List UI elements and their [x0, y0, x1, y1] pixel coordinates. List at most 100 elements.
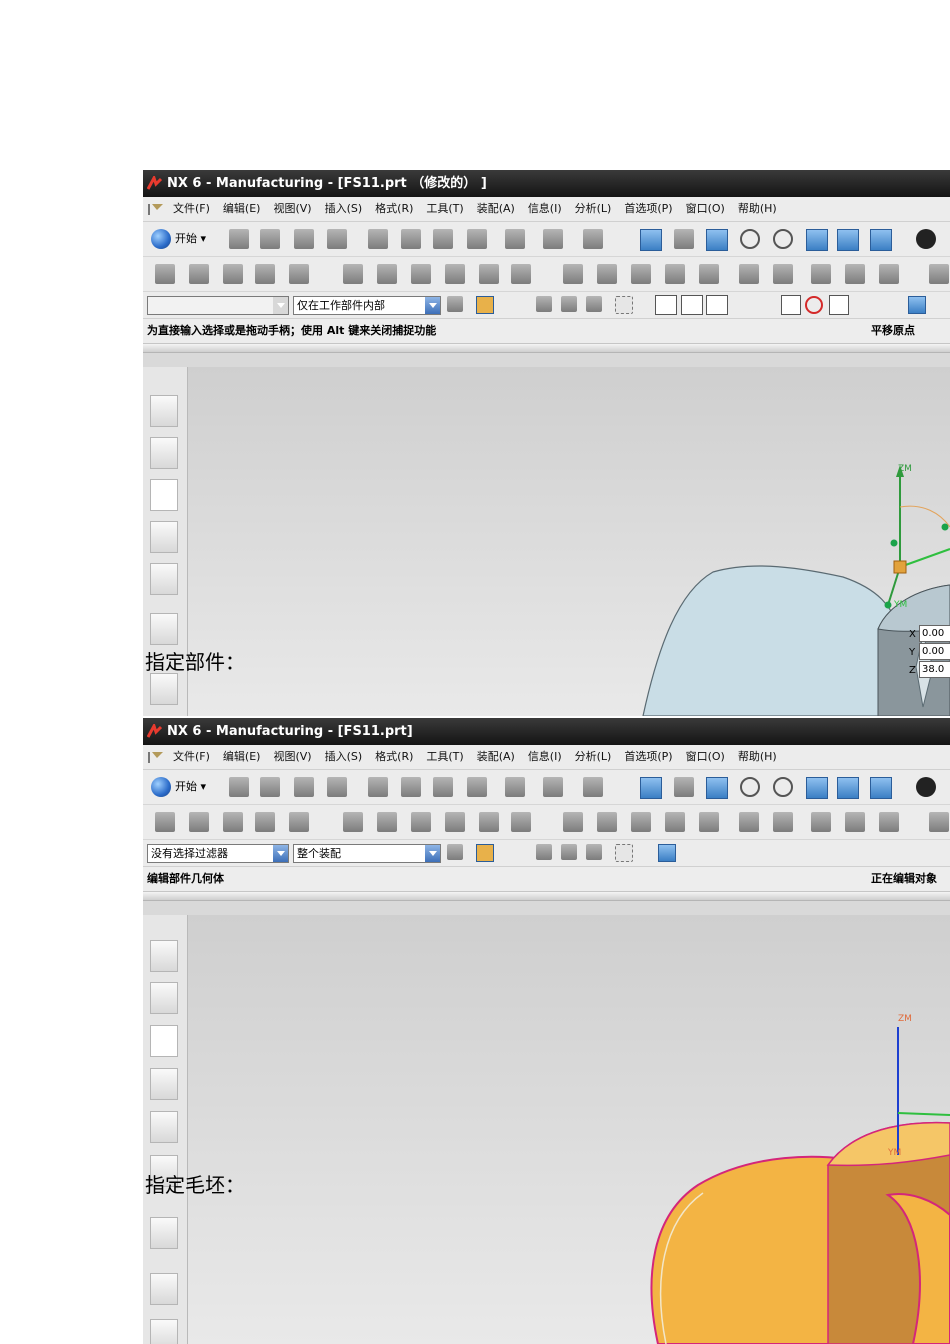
menu-analysis[interactable]: 分析(L)	[575, 750, 612, 763]
transform-icon[interactable]	[631, 264, 651, 284]
snap-control-icon[interactable]	[732, 295, 750, 313]
menu-tools[interactable]: 工具(T)	[426, 750, 463, 763]
machine-icon[interactable]	[879, 264, 899, 284]
simulate-icon[interactable]	[479, 264, 499, 284]
create-program-icon[interactable]	[155, 812, 175, 832]
operation-navigator-icon[interactable]	[150, 395, 178, 427]
snap-intersect-icon[interactable]	[757, 295, 775, 313]
undo-icon[interactable]	[505, 777, 525, 797]
paste-icon[interactable]	[433, 229, 453, 249]
postprocess-icon[interactable]	[511, 264, 531, 284]
flag-icon[interactable]	[773, 264, 793, 284]
create-operation-icon[interactable]	[289, 264, 309, 284]
snap-point-icon[interactable]	[476, 844, 494, 862]
nav-tool-icon[interactable]	[739, 264, 759, 284]
undo-icon[interactable]	[505, 229, 525, 249]
pan-icon[interactable]	[806, 777, 828, 799]
machine-tool-icon[interactable]	[150, 1068, 178, 1100]
menu-file[interactable]: 文件(F)	[173, 750, 210, 763]
curve-rule-icon[interactable]	[536, 296, 552, 312]
generate-path-icon[interactable]	[343, 812, 363, 832]
create-method-icon[interactable]	[255, 264, 275, 284]
zoom-in-out-icon[interactable]	[740, 229, 760, 249]
rect-select-icon[interactable]	[615, 296, 633, 314]
info-icon[interactable]	[543, 777, 563, 797]
graphics-window[interactable]: ZM YM X 0.00 Y 0.00 Z 38.0	[188, 367, 950, 716]
output-cls-icon[interactable]	[597, 812, 617, 832]
reuse-library-icon[interactable]	[150, 1111, 178, 1143]
face-rule-icon[interactable]	[561, 296, 577, 312]
more-tools-icon[interactable]	[929, 264, 949, 284]
measure-icon[interactable]	[583, 777, 603, 797]
snap-center-icon[interactable]	[781, 295, 801, 315]
menu-view[interactable]: 视图(V)	[273, 202, 311, 215]
rotate-icon[interactable]	[773, 229, 793, 249]
lock-icon[interactable]	[811, 812, 831, 832]
reuse-library-icon[interactable]	[150, 563, 178, 595]
snap-end-icon[interactable]	[681, 295, 703, 315]
save-icon[interactable]	[294, 229, 314, 249]
render-style-icon[interactable]	[916, 229, 936, 249]
cut-icon[interactable]	[368, 229, 388, 249]
output-cls-icon[interactable]	[597, 264, 617, 284]
zoom-icon[interactable]	[674, 777, 694, 797]
display-object-icon[interactable]	[665, 812, 685, 832]
flag-icon[interactable]	[773, 812, 793, 832]
create-operation-icon[interactable]	[289, 812, 309, 832]
menu-format[interactable]: 格式(R)	[375, 202, 413, 215]
snap-existing-icon[interactable]	[655, 295, 677, 315]
snap-face-icon[interactable]	[877, 295, 895, 313]
create-program-icon[interactable]	[155, 264, 175, 284]
scope-combo[interactable]: 仅在工作部件内部	[293, 296, 441, 315]
operation-navigator-icon[interactable]	[150, 940, 178, 972]
snap-curve-icon[interactable]	[853, 295, 871, 313]
menu-analysis[interactable]: 分析(L)	[575, 202, 612, 215]
copy-icon[interactable]	[401, 229, 421, 249]
handle-dot[interactable]	[941, 523, 949, 531]
fit-icon[interactable]	[640, 229, 662, 251]
create-geometry-icon[interactable]	[223, 812, 243, 832]
menu-preferences[interactable]: 首选项(P)	[624, 750, 672, 763]
batch-icon[interactable]	[699, 812, 719, 832]
lock-icon[interactable]	[811, 264, 831, 284]
web-browser-icon[interactable]	[150, 673, 178, 705]
shaded-icon[interactable]	[837, 777, 859, 799]
more-tools-icon[interactable]	[929, 812, 949, 832]
view-cube-icon[interactable]	[908, 296, 926, 314]
part-navigator-icon[interactable]	[150, 437, 178, 469]
rotate-icon[interactable]	[773, 777, 793, 797]
save-icon[interactable]	[294, 777, 314, 797]
menu-tools[interactable]: 工具(T)	[426, 202, 463, 215]
face-rule-icon[interactable]	[561, 844, 577, 860]
web-browser-icon[interactable]	[150, 1217, 178, 1249]
clock-icon[interactable]	[150, 1273, 178, 1305]
scope-combo[interactable]: 整个装配	[293, 844, 441, 863]
snap-point-on-icon[interactable]	[829, 295, 849, 315]
rect-select-icon[interactable]	[615, 844, 633, 862]
menu-insert[interactable]: 插入(S)	[325, 202, 363, 215]
menu-window[interactable]: 窗口(O)	[686, 202, 725, 215]
menu-help[interactable]: 帮助(H)	[738, 750, 777, 763]
list-path-icon[interactable]	[411, 264, 431, 284]
info-icon[interactable]	[543, 229, 563, 249]
render-style-icon[interactable]	[916, 777, 936, 797]
x-coord-field[interactable]: 0.00	[919, 625, 950, 642]
ops-navigator-icon[interactable]	[150, 479, 178, 511]
transform-icon[interactable]	[631, 812, 651, 832]
view-orient-icon[interactable]	[870, 777, 892, 799]
shaded-icon[interactable]	[837, 229, 859, 251]
zoom-in-out-icon[interactable]	[740, 777, 760, 797]
pan-icon[interactable]	[806, 229, 828, 251]
part-navigator-icon[interactable]	[150, 982, 178, 1014]
replay-path-icon[interactable]	[377, 812, 397, 832]
postprocess-icon[interactable]	[511, 812, 531, 832]
simulate-icon[interactable]	[479, 812, 499, 832]
menu-preferences[interactable]: 首选项(P)	[624, 202, 672, 215]
graphics-window[interactable]: ZM YM	[188, 915, 950, 1344]
view-orient-icon[interactable]	[870, 229, 892, 251]
ops-navigator-icon[interactable]	[150, 1025, 178, 1057]
menu-view[interactable]: 视图(V)	[273, 750, 311, 763]
replay-path-icon[interactable]	[377, 264, 397, 284]
menu-file[interactable]: 文件(F)	[173, 202, 210, 215]
origin-handle-icon[interactable]	[893, 560, 907, 574]
